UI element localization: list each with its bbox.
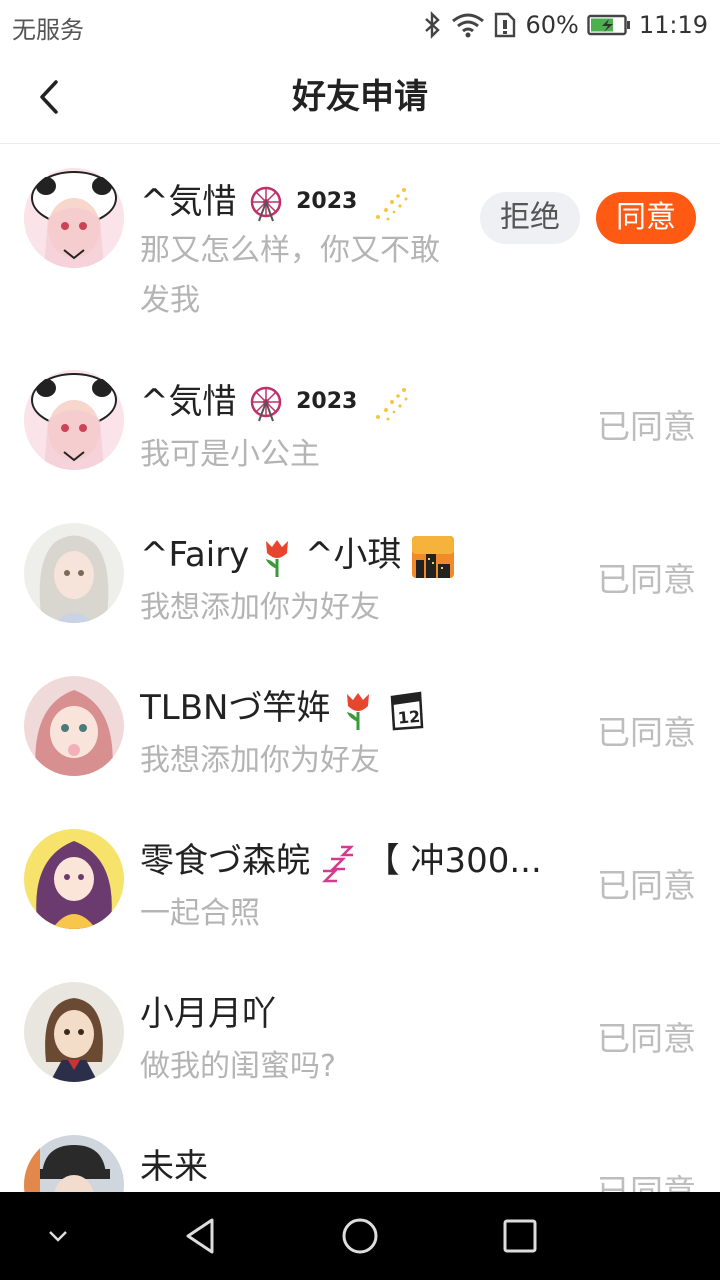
request-message: 我可是小公主 (140, 437, 320, 472)
sparkles-icon (376, 387, 408, 420)
nav-recents-button[interactable] (490, 1210, 550, 1262)
request-name: ^気惜 2023 (140, 380, 412, 424)
accepted-status: 已同意 (597, 560, 696, 599)
avatar[interactable] (24, 370, 124, 470)
nav-bar: 好友申请 (0, 50, 720, 144)
friend-request-row: ^気惜 2023 那又怎么样，你又不敢发我 拒绝 同意 (0, 144, 720, 318)
accepted-status: 已同意 (597, 1019, 696, 1058)
circle-home-icon (342, 1218, 378, 1254)
avatar[interactable] (24, 168, 124, 268)
sparkles-icon (376, 187, 408, 220)
friend-request-row: ^Fairy ^小琪 我想添加你为好友 已同意 (0, 497, 720, 650)
friend-request-row: TLBNづ竿姩 12 我想添加你为好友 已同意 (0, 650, 720, 803)
friend-request-row: ^気惜 2023 我可是小公主 已同意 (0, 344, 720, 497)
page-title: 好友申请 (292, 77, 428, 117)
carrier-text: 无服务 (12, 16, 84, 44)
bluetooth-icon (425, 11, 441, 39)
hide-nav-button[interactable] (28, 1210, 88, 1262)
accepted-status: 已同意 (597, 866, 696, 905)
request-name: 小月月吖 (140, 994, 276, 1034)
request-message: 一起合照 (140, 896, 260, 931)
tulip-icon (347, 692, 370, 730)
accept-button[interactable]: 同意 (596, 192, 696, 244)
accepted-status: 已同意 (597, 407, 696, 446)
sim-alert-icon (495, 12, 516, 38)
square-recents-icon (503, 1219, 537, 1253)
avatar[interactable] (24, 829, 124, 929)
request-name: 零食づ森皖 【 冲300... (140, 841, 542, 882)
status-icons: 60% 11:19 (423, 8, 708, 42)
ferris-wheel-icon (251, 186, 282, 221)
request-name: ^気惜 2023 (140, 180, 412, 224)
status-bar: 无服务 60% 11:19 (0, 0, 720, 50)
request-name: TLBNづ竿姩 12 (140, 686, 426, 731)
accepted-status: 已同意 (597, 1172, 696, 1192)
nav-home-button[interactable] (330, 1210, 390, 1262)
battery-percent: 60% (525, 11, 579, 39)
friend-request-row: 未来 已同意 (0, 1109, 720, 1192)
triangle-back-icon (186, 1218, 214, 1254)
nav-back-button[interactable] (170, 1210, 230, 1262)
avatar[interactable] (24, 1135, 124, 1192)
clock: 11:19 (638, 11, 708, 39)
friend-request-list[interactable]: ^気惜 2023 那又怎么样，你又不敢发我 拒绝 同意 ^気惜 2023 我可是… (0, 144, 720, 1192)
battery-charging-icon (587, 14, 630, 36)
accepted-status: 已同意 (597, 713, 696, 752)
request-message: 做我的闺蜜吗? (140, 1049, 336, 1084)
chevron-down-icon (49, 1231, 67, 1242)
request-message: 那又怎么样，你又不敢发我 (140, 233, 440, 318)
wifi-icon (452, 13, 485, 38)
svg-text:12: 12 (397, 706, 421, 727)
ferris-wheel-icon (251, 386, 282, 421)
avatar[interactable] (24, 523, 124, 623)
request-name: ^Fairy ^小琪 (140, 533, 455, 578)
friend-request-row: 零食づ森皖 【 冲300... 一起合照 已同意 (0, 803, 720, 956)
system-nav-bar (0, 1192, 720, 1280)
friend-request-row: 小月月吖 做我的闺蜜吗? 已同意 (0, 956, 720, 1109)
request-message: 我想添加你为好友 (140, 590, 380, 625)
zzz-icon (321, 845, 354, 882)
tulip-icon (266, 539, 289, 577)
city-sunset-icon (412, 535, 455, 578)
request-message: 我想添加你为好友 (140, 743, 380, 778)
request-name: 未来 (140, 1147, 208, 1187)
calendar-icon: 12 (390, 691, 424, 730)
avatar[interactable] (24, 982, 124, 1082)
reject-button[interactable]: 拒绝 (480, 192, 580, 244)
avatar[interactable] (24, 676, 124, 776)
